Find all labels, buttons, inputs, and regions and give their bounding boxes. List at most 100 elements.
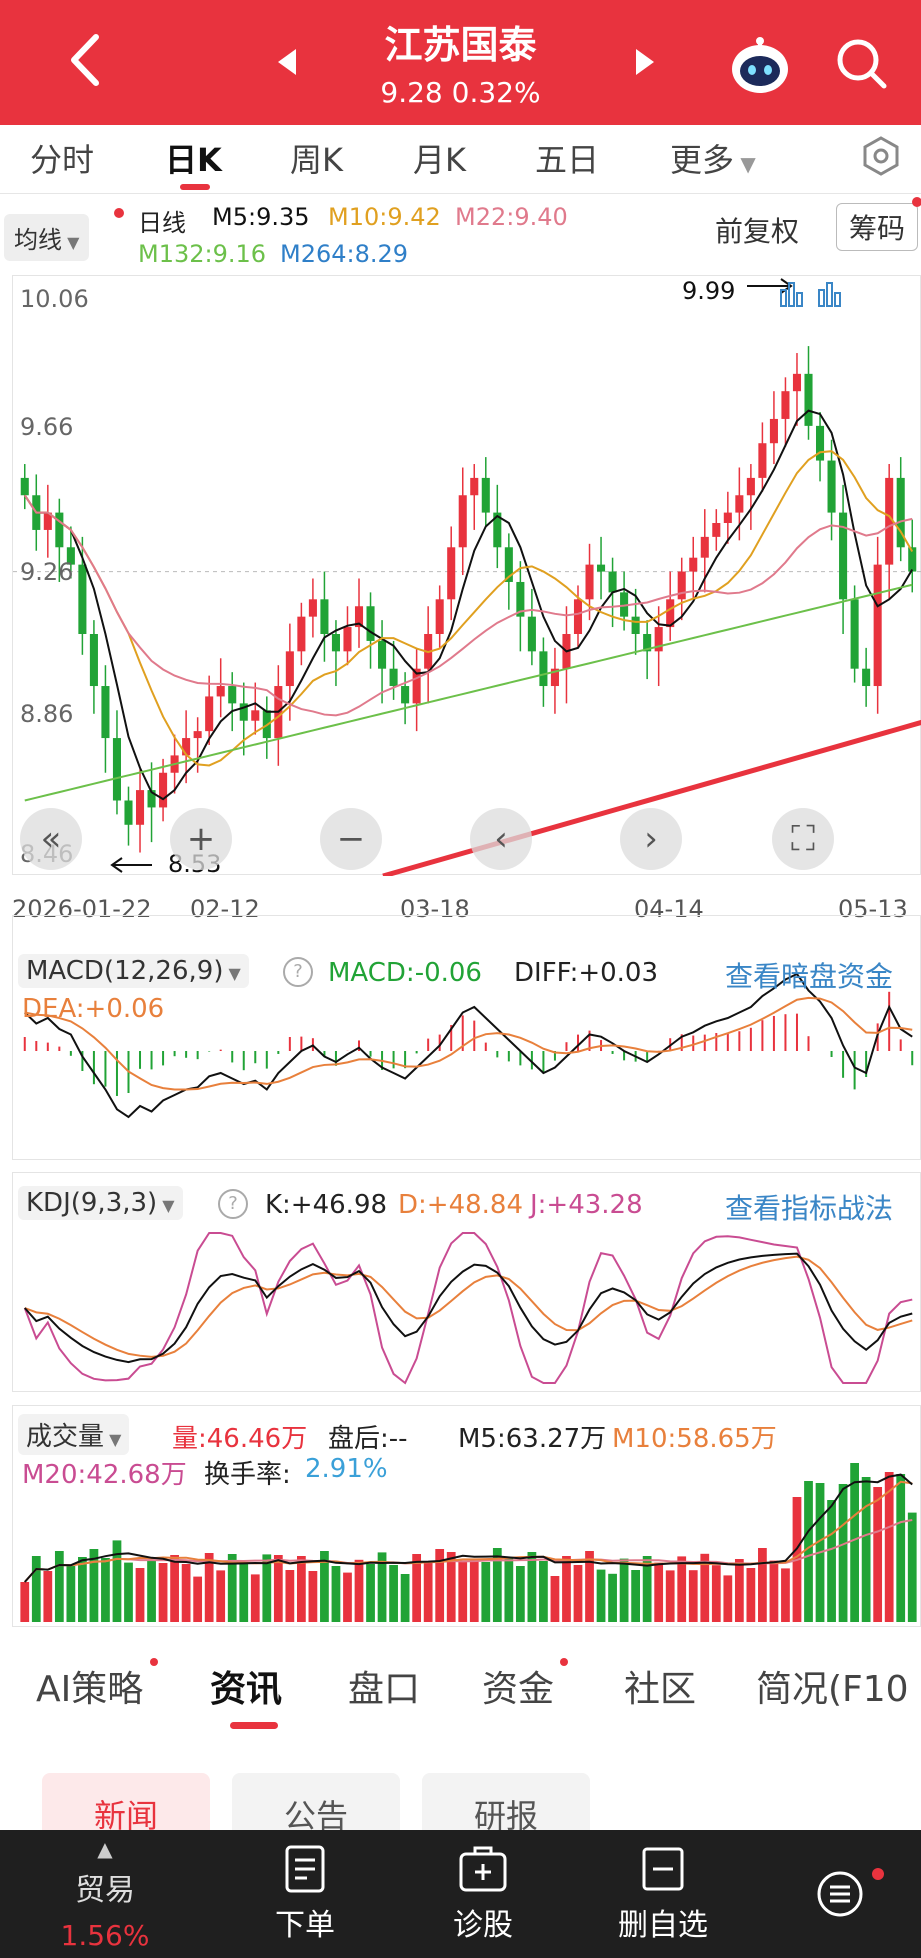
candle-body xyxy=(228,686,237,704)
volume-bar xyxy=(550,1576,560,1622)
volume-value: 量:46.46万 xyxy=(172,1424,308,1454)
candle-body xyxy=(631,616,640,634)
tab-community[interactable]: 社区 xyxy=(624,1660,696,1712)
volume-bar xyxy=(608,1573,617,1622)
tab-intraday[interactable]: 分时 xyxy=(30,135,94,181)
dark-pool-link[interactable]: 查看暗盘资金 xyxy=(725,955,893,995)
volume-bar xyxy=(458,1561,468,1622)
candle-body xyxy=(112,738,122,801)
tab-news-info[interactable]: 资讯 xyxy=(210,1660,282,1712)
nav-remove-watchlist[interactable]: 删自选 xyxy=(598,1830,728,1958)
turnover-value: 2.91% xyxy=(305,1454,388,1484)
chip-distribution-button[interactable]: 筹码 xyxy=(836,203,918,251)
active-tab-indicator xyxy=(180,184,210,190)
candle-body xyxy=(55,512,64,548)
volume-bar xyxy=(781,1568,790,1622)
vol-m5-value: M5:63.27万 xyxy=(458,1424,607,1454)
volume-selector[interactable]: 成交量 ▼ xyxy=(18,1414,130,1455)
candle-body xyxy=(527,616,536,652)
price-label-3: 9.26 xyxy=(20,558,74,586)
volume-bar xyxy=(873,1487,883,1622)
tab-monthly-k[interactable]: 月K xyxy=(413,135,466,181)
divider xyxy=(0,193,921,194)
tab-more[interactable]: 更多 ▼ xyxy=(670,135,756,181)
settings-hexagon-icon[interactable] xyxy=(858,133,904,179)
stock-detail-screen: 江苏国泰 9.28 0.32% 分时 日K 周K 月K 五日 更多 ▼ 均线 ▼… xyxy=(0,0,921,1958)
rewind-button[interactable]: « xyxy=(20,808,82,870)
volume-bar xyxy=(827,1500,836,1622)
volume-bar xyxy=(193,1576,203,1622)
help-icon[interactable]: ? xyxy=(283,957,313,987)
candle-body xyxy=(608,571,617,593)
volume-bar xyxy=(20,1582,30,1622)
tab-five-day[interactable]: 五日 xyxy=(535,135,599,181)
volume-bar xyxy=(758,1548,767,1622)
tab-profile-f10[interactable]: 简况(F10 xyxy=(756,1660,909,1712)
candle-body xyxy=(285,651,294,687)
candle-body xyxy=(182,738,191,756)
scroll-right-button[interactable]: › xyxy=(620,808,682,870)
tab-weekly-k[interactable]: 周K xyxy=(290,135,343,181)
next-stock-icon[interactable] xyxy=(630,44,660,80)
macd-chart xyxy=(23,972,914,1119)
tab-more-label: 更多 xyxy=(670,141,735,179)
dropdown-arrow-icon: ▼ xyxy=(734,152,756,176)
nav-place-order[interactable]: 下单 xyxy=(240,1830,370,1958)
volume-bar xyxy=(804,1481,813,1622)
kline-chart-panel[interactable] xyxy=(12,275,921,876)
candle-body xyxy=(389,668,398,687)
robot-assistant-icon[interactable] xyxy=(725,30,795,100)
zoom-out-button[interactable]: − xyxy=(320,808,382,870)
volume-bar xyxy=(504,1557,514,1622)
volume-bar xyxy=(158,1563,168,1622)
diff-value: DIFF:+0.03 xyxy=(514,958,659,988)
kdj-selector-label: KDJ(9,3,3) xyxy=(26,1188,158,1218)
volume-bar xyxy=(354,1559,364,1622)
zoom-in-button[interactable]: + xyxy=(170,808,232,870)
search-icon[interactable] xyxy=(830,32,894,96)
macd-selector[interactable]: MACD(12,26,9) ▼ xyxy=(18,954,249,988)
menu-circle-icon xyxy=(817,1871,863,1917)
volume-bar xyxy=(296,1556,306,1622)
tab-daily-k[interactable]: 日K xyxy=(165,135,222,181)
volume-bar xyxy=(850,1463,859,1622)
dea-value: DEA:+0.06 xyxy=(22,994,165,1024)
scroll-left-button[interactable]: ‹ xyxy=(470,808,532,870)
volume-bar xyxy=(711,1565,721,1622)
volume-bar xyxy=(135,1568,145,1622)
nav-diagnose[interactable]: 诊股 xyxy=(418,1830,548,1958)
bottom-nav: ▲ 贸易 1.56% 下单 诊股 删自选 xyxy=(0,1830,921,1958)
event-bar-icon[interactable] xyxy=(778,280,806,312)
macd-panel[interactable] xyxy=(12,915,921,1160)
tab-capital[interactable]: 资金 xyxy=(482,1660,554,1712)
help-icon[interactable]: ? xyxy=(218,1189,248,1219)
ma-selector[interactable]: 均线 ▼ xyxy=(4,214,90,261)
kdj-selector[interactable]: KDJ(9,3,3) ▼ xyxy=(18,1186,183,1220)
candle-body xyxy=(815,425,825,461)
candle-body xyxy=(101,686,110,739)
candle-body xyxy=(585,564,594,600)
candle-body xyxy=(447,547,456,600)
volume-bar xyxy=(515,1566,525,1622)
event-bar-icon[interactable] xyxy=(816,280,844,312)
candle-body xyxy=(735,495,744,513)
fullscreen-button[interactable]: ⛶ xyxy=(772,808,834,870)
fuquan-toggle[interactable]: 前复权 xyxy=(715,210,799,250)
kline-chart xyxy=(13,346,921,876)
indicator-strategy-link[interactable]: 查看指标战法 xyxy=(725,1187,893,1227)
candle-body xyxy=(597,564,606,572)
after-hours-value: 盘后:-- xyxy=(328,1424,408,1454)
content-tabs: AI策略 资讯 盘口 资金 社区 简况(F10 xyxy=(0,1640,921,1730)
tab-order-book[interactable]: 盘口 xyxy=(348,1660,420,1712)
document-icon xyxy=(285,1845,325,1893)
legend-m22: M22:9.40 xyxy=(455,203,568,231)
candle-body xyxy=(539,651,548,687)
remove-box-icon xyxy=(642,1847,684,1891)
tab-ai-strategy[interactable]: AI策略 xyxy=(36,1660,143,1712)
vol-ma20-line xyxy=(24,1518,913,1583)
price-label-top: 10.06 xyxy=(20,285,89,313)
candle-body xyxy=(89,634,98,687)
nav-more-menu[interactable] xyxy=(790,1830,890,1958)
nav-trade[interactable]: ▲ 贸易 1.56% xyxy=(40,1830,170,1958)
candle-body xyxy=(862,668,871,687)
